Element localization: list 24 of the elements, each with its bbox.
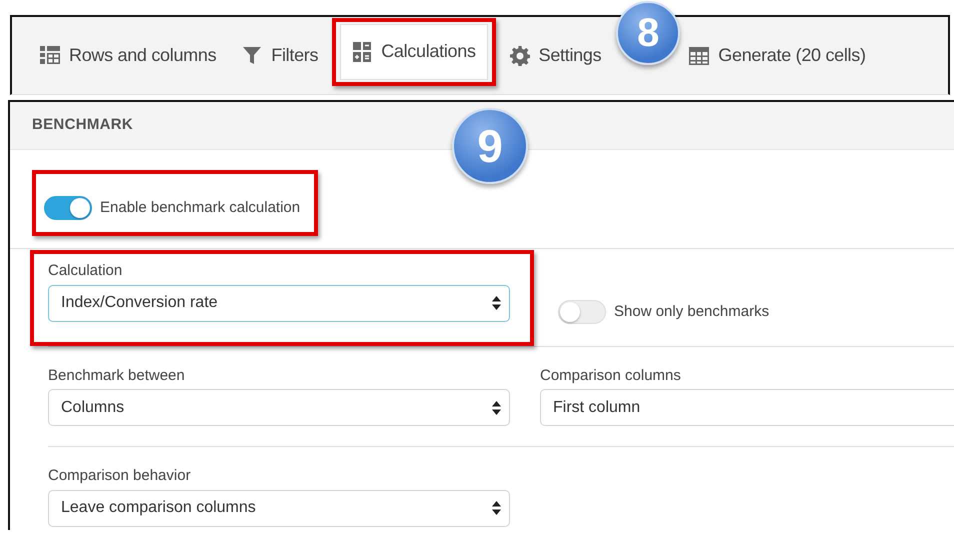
- sort-arrows-icon: [492, 501, 501, 515]
- toggle-label: Show only benchmarks: [614, 302, 770, 322]
- field-label: Comparison behavior: [48, 466, 192, 486]
- select-field[interactable]: First column: [540, 389, 954, 426]
- select-field[interactable]: Columns: [48, 389, 510, 426]
- select-field[interactable]: Leave comparison columns: [48, 490, 510, 526]
- callout-badge: 9: [452, 108, 528, 184]
- select-field[interactable]: Index/Conversion rate: [48, 284, 510, 322]
- table-icon: [689, 46, 710, 66]
- settings-icon: [510, 46, 530, 66]
- tab[interactable]: Rows and columns: [28, 28, 228, 84]
- tab[interactable]: Settings: [498, 28, 614, 84]
- field-label: Comparison columns: [540, 366, 682, 386]
- filter-icon: [242, 46, 262, 66]
- field-label: Benchmark between: [48, 366, 186, 386]
- tab[interactable]: Calculations: [340, 24, 488, 80]
- field-label: Calculation: [48, 261, 124, 281]
- sort-arrows-icon: [492, 296, 501, 310]
- calculator-icon: [352, 42, 372, 62]
- sort-arrows-icon: [492, 400, 501, 414]
- grid-icon: [40, 46, 60, 66]
- tab[interactable]: Filters: [230, 28, 330, 84]
- toggle-label: Enable benchmark calculation: [100, 198, 300, 218]
- toggle-switch[interactable]: [44, 196, 92, 220]
